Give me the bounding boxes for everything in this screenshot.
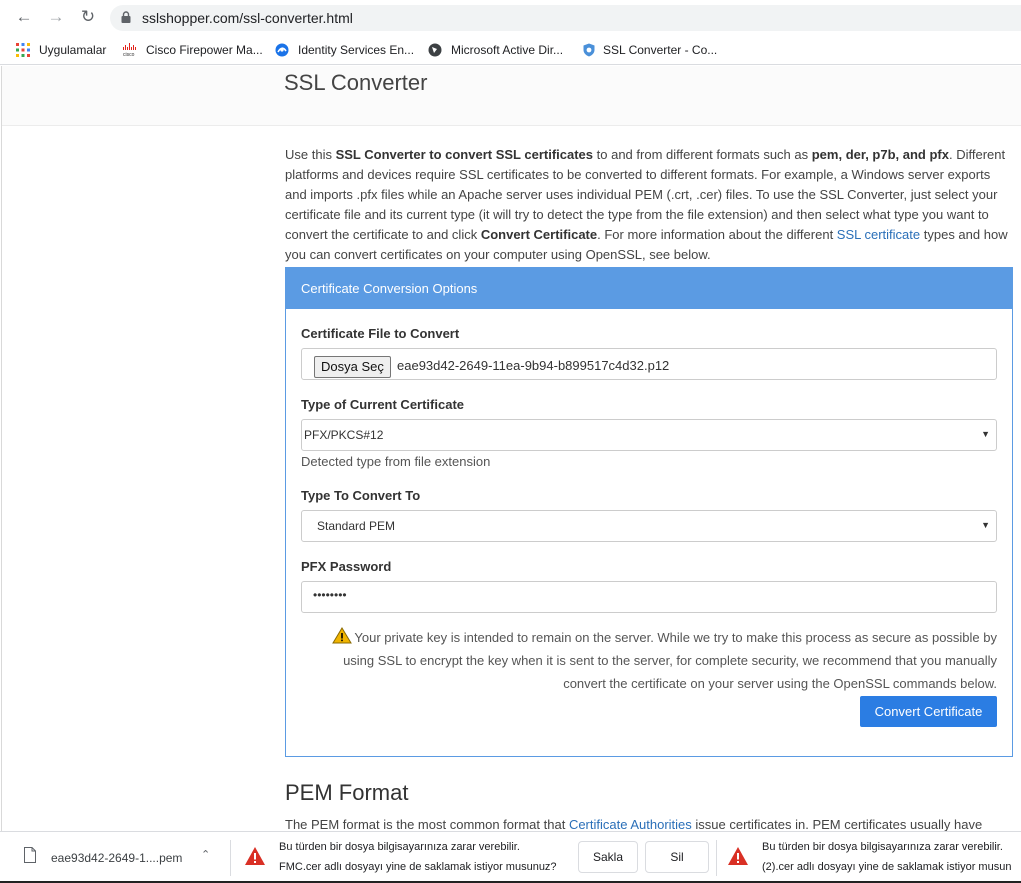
danger-warning-icon — [728, 847, 748, 865]
pem-format-heading: PEM Format — [285, 780, 409, 805]
pem-paragraph: The PEM format is the most common format… — [285, 816, 1015, 831]
page-left-border — [1, 66, 2, 831]
divider — [230, 840, 231, 876]
pfx-password-label: PFX Password — [301, 559, 392, 574]
lock-icon — [121, 11, 131, 23]
bookmark-label: Identity Services En... — [298, 43, 415, 57]
bookmark-label: Uygulamalar — [39, 43, 107, 57]
download-warning-line1: Bu türden bir dosya bilgisayarınıza zara… — [762, 841, 1003, 853]
download-warning-line2: FMC.cer adlı dosyayı yine de saklamak is… — [279, 861, 557, 873]
svg-text:cisco: cisco — [123, 52, 135, 57]
bookmarks-bar: Uygulamalar cisco Cisco Firepower Ma... … — [0, 35, 1021, 65]
bookmark-identity-services[interactable]: Identity Services En... — [275, 41, 414, 59]
browser-toolbar: ← → ↻ sslshopper.com/ssl-converter.html — [0, 0, 1021, 35]
panel-header: Certificate Conversion Options — [285, 267, 1013, 309]
discard-button[interactable]: Sil — [645, 841, 709, 873]
file-input[interactable]: Dosya Seç eae93d42-2649-11ea-9b94-b89951… — [301, 348, 997, 380]
download-file-name[interactable]: eae93d42-2649-1....pem — [51, 851, 182, 865]
intro-bold-text: pem, der, p7b, and pfx — [811, 147, 949, 162]
ssl-shield-icon — [582, 43, 596, 57]
ssl-certificate-link[interactable]: SSL certificate — [837, 227, 920, 242]
bookmark-ssl-converter[interactable]: SSL Converter - Co... — [582, 41, 717, 59]
intro-text: . For more information about the differe… — [597, 227, 837, 242]
intro-bold-text: Convert Certificate — [480, 227, 598, 242]
apps-grid-icon — [16, 43, 30, 57]
bookmark-label: SSL Converter - Co... — [603, 43, 718, 57]
address-bar[interactable]: sslshopper.com/ssl-converter.html — [110, 5, 1021, 31]
certificate-authorities-link[interactable]: Certificate Authorities — [569, 817, 692, 831]
reload-icon[interactable]: ↻ — [77, 6, 99, 28]
cisco-logo-icon: cisco — [122, 43, 139, 57]
globe-icon — [428, 43, 442, 57]
intro-text: to and from different formats such as — [593, 147, 812, 162]
current-type-value: PFX/PKCS#12 — [304, 428, 384, 442]
back-arrow-icon[interactable]: ← — [13, 6, 35, 28]
convert-to-value: Standard PEM — [317, 519, 396, 533]
private-key-warning: Your private key is intended to remain o… — [305, 626, 997, 695]
warning-text: Your private key is intended to remain o… — [343, 630, 997, 691]
current-type-select[interactable]: PFX/PKCS#12 ▼ — [301, 419, 997, 451]
divider — [716, 840, 717, 876]
forward-arrow-icon[interactable]: → — [45, 6, 67, 28]
keep-button[interactable]: Sakla — [578, 841, 638, 873]
download-warning-line1: Bu türden bir dosya bilgisayarınıza zara… — [279, 841, 520, 853]
intro-bold-text: SSL Converter to convert SSL certificate… — [335, 147, 594, 162]
download-warning-line2: (2).cer adlı dosyayı yine de saklamak is… — [762, 861, 1012, 873]
file-to-convert-label: Certificate File to Convert — [301, 326, 460, 341]
title-band — [2, 66, 1021, 126]
convert-certificate-button[interactable]: Convert Certificate — [860, 696, 997, 727]
file-icon — [24, 847, 36, 863]
current-type-label: Type of Current Certificate — [301, 397, 465, 412]
pem-text: issue certificates in. PEM certificates … — [691, 817, 983, 831]
choose-file-button[interactable]: Dosya Seç — [314, 356, 391, 378]
password-value: •••••••• — [313, 588, 347, 602]
intro-text: Use this — [285, 147, 336, 162]
bookmark-cisco-firepower[interactable]: cisco Cisco Firepower Ma... — [122, 41, 263, 59]
chevron-down-icon: ▼ — [981, 429, 990, 439]
identity-services-icon — [275, 43, 289, 57]
selected-file-name: eae93d42-2649-11ea-9b94-b899517c4d32.p12 — [397, 358, 670, 373]
url-text[interactable]: sslshopper.com/ssl-converter.html — [142, 10, 353, 26]
chevron-up-icon[interactable]: ⌃ — [201, 848, 210, 861]
intro-paragraph: Use this SSL Converter to convert SSL ce… — [285, 145, 1015, 265]
chevron-down-icon: ▼ — [981, 520, 990, 530]
page-viewport: SSL Converter Use this SSL Converter to … — [0, 66, 1021, 831]
detected-type-note: Detected type from file extension — [301, 454, 491, 469]
bookmark-apps[interactable]: Uygulamalar — [16, 41, 106, 59]
bookmark-label: Microsoft Active Dir... — [451, 43, 564, 57]
convert-to-select[interactable]: Standard PEM ▼ — [301, 510, 997, 542]
warning-icon — [332, 627, 353, 644]
download-bar: eae93d42-2649-1....pem ⌃ Bu türden bir d… — [0, 831, 1021, 883]
page-title: SSL Converter — [284, 70, 428, 95]
danger-warning-icon — [245, 847, 265, 865]
bookmark-microsoft-ad[interactable]: Microsoft Active Dir... — [428, 41, 563, 59]
bookmark-label: Cisco Firepower Ma... — [146, 43, 263, 57]
convert-to-label: Type To Convert To — [301, 488, 421, 503]
pem-text: The PEM format is the most common format… — [285, 817, 569, 831]
pfx-password-input[interactable]: •••••••• — [301, 581, 997, 613]
